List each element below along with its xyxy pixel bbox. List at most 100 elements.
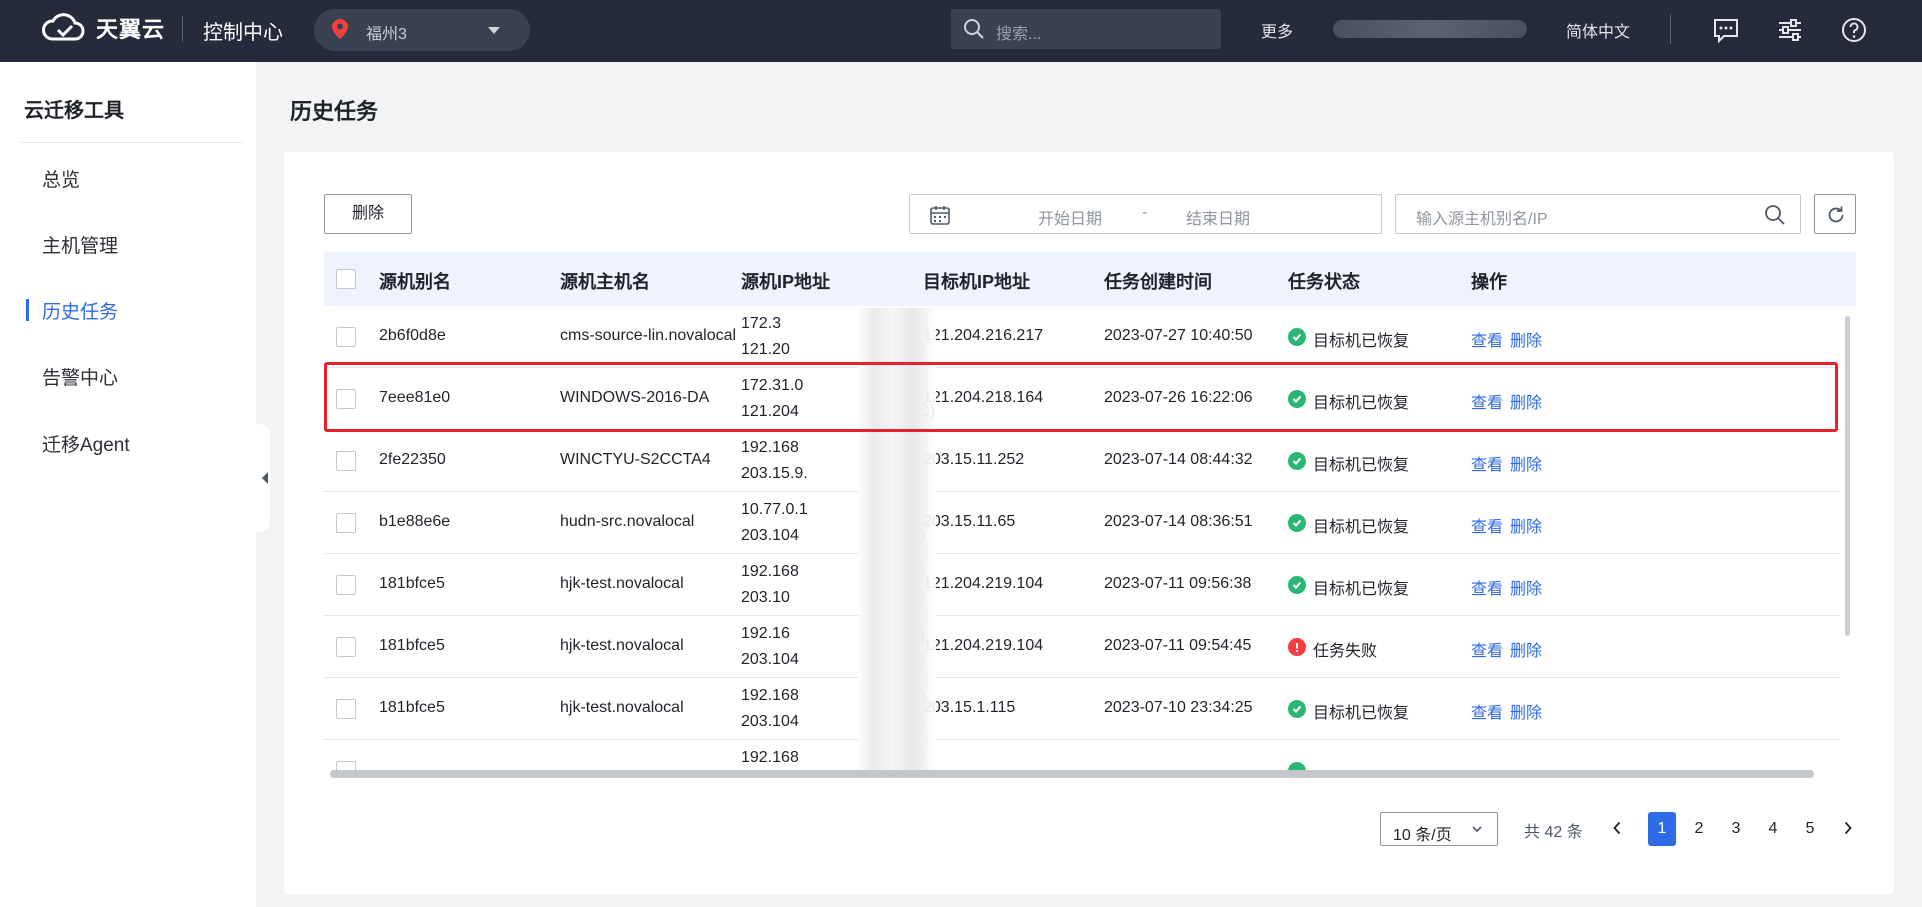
chevron-left-icon[interactable] xyxy=(1609,820,1625,836)
console-title[interactable]: 控制中心 xyxy=(203,16,283,45)
page-button-5[interactable]: 5 xyxy=(1796,812,1824,846)
success-check-icon xyxy=(1288,700,1306,718)
cell-source-ip-line2: 203.10 xyxy=(741,589,790,606)
delete-link[interactable]: 删除 xyxy=(1510,513,1542,537)
brand-name: 天翼云 xyxy=(96,17,166,42)
host-search-placeholder: 输入源主机别名/IP xyxy=(1416,211,1548,228)
cell-hostname: hjk-test.novalocal xyxy=(560,699,684,716)
sidebar-item-host-management[interactable]: 主机管理 xyxy=(42,231,118,258)
chevron-right-icon[interactable] xyxy=(1840,820,1856,836)
row-checkbox[interactable] xyxy=(336,637,356,657)
table-row: 2fe22350 WINCTYU-S2CCTA4 192.168 203.15.… xyxy=(324,430,1840,492)
cell-source-ip-line1: 192.168 xyxy=(741,563,799,580)
view-link[interactable]: 查看 xyxy=(1471,327,1503,351)
row-checkbox[interactable] xyxy=(336,575,356,595)
row-checkbox[interactable] xyxy=(336,451,356,471)
cell-source-ip-line2: 203.104 xyxy=(741,527,799,544)
language-switch[interactable]: 简体中文 xyxy=(1566,18,1630,42)
view-link[interactable]: 查看 xyxy=(1471,575,1503,599)
sidebar-item-alarm-center[interactable]: 告警中心 xyxy=(42,363,118,390)
help-icon[interactable] xyxy=(1840,16,1868,44)
success-check-icon xyxy=(1288,576,1306,594)
error-alert-icon xyxy=(1288,638,1306,656)
cell-status: 目标机已恢复 xyxy=(1313,333,1410,350)
more-menu[interactable]: 更多 xyxy=(1261,18,1293,42)
cell-created-time: 2023-07-10 23:34:25 xyxy=(1104,699,1253,716)
table-row: 181bfce5 hjk-test.novalocal 192.168 内) 2… xyxy=(324,554,1840,616)
user-account-blurred[interactable] xyxy=(1333,20,1527,38)
view-link[interactable]: 查看 xyxy=(1471,513,1503,537)
select-all-checkbox[interactable] xyxy=(336,269,356,289)
chevron-down-icon xyxy=(488,27,500,34)
cell-source-ip-line1: 192.16 xyxy=(741,625,790,642)
cell-source-ip-line1: 192.168 xyxy=(741,687,799,704)
sidebar-collapse-toggle[interactable] xyxy=(256,424,270,532)
global-search[interactable]: 搜索... xyxy=(951,9,1221,49)
cell-source-ip-line2: 203.15.9. xyxy=(741,465,808,482)
sidebar-item-migration-agent[interactable]: 迁移Agent xyxy=(42,430,130,457)
sidebar: 云迁移工具 总览 主机管理 历史任务 告警中心 迁移Agent xyxy=(0,62,256,907)
region-label: 福州3 xyxy=(366,26,407,43)
delete-link[interactable]: 删除 xyxy=(1510,575,1542,599)
cell-target-ip: 203.15.11.65 xyxy=(923,513,1016,530)
delete-link[interactable]: 删除 xyxy=(1510,699,1542,723)
page-button-2[interactable]: 2 xyxy=(1685,812,1713,846)
row-checkbox[interactable] xyxy=(336,513,356,533)
success-check-icon xyxy=(1288,452,1306,470)
batch-delete-button[interactable]: 删除 xyxy=(324,194,412,234)
cell-hostname: hjk-test.novalocal xyxy=(560,575,684,592)
success-check-icon xyxy=(1288,328,1306,346)
cell-target-ip: 121.204.219.104 xyxy=(923,637,1044,654)
delete-link[interactable]: 删除 xyxy=(1510,637,1542,661)
sidebar-item-history-tasks[interactable]: 历史任务 xyxy=(42,297,118,324)
topbar-divider xyxy=(182,16,183,42)
host-search-input[interactable]: 输入源主机别名/IP xyxy=(1395,194,1801,234)
view-link[interactable]: 查看 xyxy=(1471,699,1503,723)
page-button-4[interactable]: 4 xyxy=(1759,812,1787,846)
cell-source-ip-line2: 203.104 xyxy=(741,713,799,730)
sidebar-divider xyxy=(20,142,242,143)
message-icon[interactable] xyxy=(1712,16,1740,44)
settings-sliders-icon[interactable] xyxy=(1776,16,1804,44)
cell-alias: 181bfce5 xyxy=(379,637,445,654)
page-button-1[interactable]: 1 xyxy=(1648,812,1676,846)
top-bar: 天翼云 控制中心 福州3 搜索... 更多 简体中文 xyxy=(0,0,1922,62)
cell-created-time: 2023-07-27 10:40:50 xyxy=(1104,327,1253,344)
column-header-status: 任务状态 xyxy=(1288,272,1360,292)
view-link[interactable]: 查看 xyxy=(1471,637,1503,661)
region-selector[interactable]: 福州3 xyxy=(314,9,530,51)
page-button-3[interactable]: 3 xyxy=(1722,812,1750,846)
cell-target-ip: 121.204.216.217 xyxy=(923,327,1044,344)
table-row: 192.168 内) xyxy=(324,740,1840,772)
column-header-created-time: 任务创建时间 xyxy=(1104,272,1212,292)
column-header-source-ip: 源机IP地址 xyxy=(741,272,831,292)
cell-source-ip-line1: 192.168 xyxy=(741,749,799,766)
delete-link[interactable]: 删除 xyxy=(1510,451,1542,475)
brand-logo[interactable]: 天翼云 xyxy=(40,12,165,44)
delete-link[interactable]: 删除 xyxy=(1510,327,1542,351)
date-separator: - xyxy=(1142,204,1148,221)
row-checkbox[interactable] xyxy=(336,699,356,719)
page-size-select[interactable]: 10 条/页 xyxy=(1380,812,1498,846)
cell-status: 目标机已恢复 xyxy=(1313,581,1410,598)
table-header: 源机别名 源机主机名 源机IP地址 目标机IP地址 任务创建时间 任务状态 操作 xyxy=(324,252,1856,306)
row-checkbox[interactable] xyxy=(336,327,356,347)
sidebar-item-overview[interactable]: 总览 xyxy=(42,165,80,192)
cell-status: 目标机已恢复 xyxy=(1313,519,1410,536)
horizontal-scrollbar[interactable] xyxy=(330,770,1814,778)
page-size-label: 10 条/页 xyxy=(1393,827,1452,844)
view-link[interactable]: 查看 xyxy=(1471,451,1503,475)
refresh-icon xyxy=(1828,206,1844,223)
date-range-picker[interactable]: 开始日期 - 结束日期 xyxy=(909,194,1382,234)
vertical-scrollbar[interactable] xyxy=(1845,316,1850,636)
cell-alias: 2fe22350 xyxy=(379,451,446,468)
cell-source-ip-line2: 203.104 xyxy=(741,651,799,668)
cell-status: 目标机已恢复 xyxy=(1313,457,1410,474)
cell-created-time: 2023-07-11 09:56:38 xyxy=(1104,575,1252,592)
search-icon[interactable] xyxy=(1764,204,1786,226)
cell-status: 目标机已恢复 xyxy=(1313,705,1410,722)
success-check-icon xyxy=(1288,514,1306,532)
refresh-button[interactable] xyxy=(1814,194,1856,234)
cell-target-ip: 121.204.219.104 xyxy=(923,575,1044,592)
column-header-target-ip: 目标机IP地址 xyxy=(923,272,1031,292)
